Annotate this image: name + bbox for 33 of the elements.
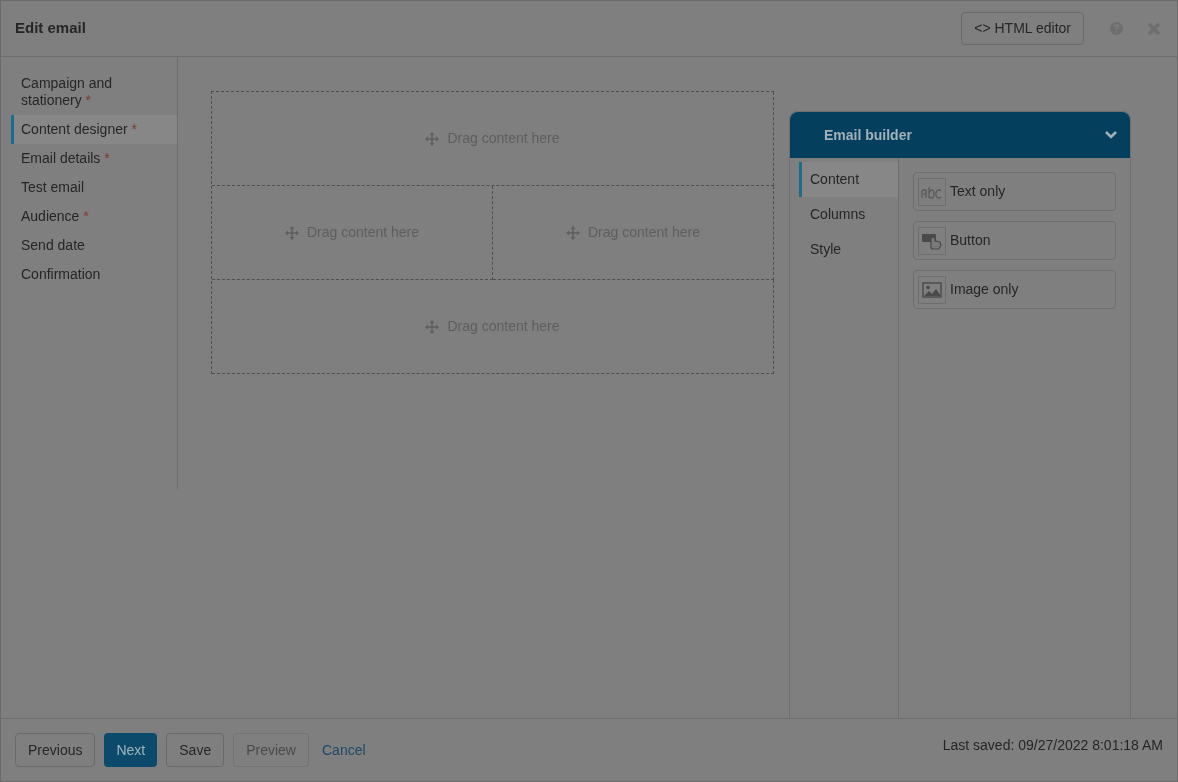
step-nav-item[interactable]: Audience * [11,202,177,231]
window-title: Edit email [15,18,86,39]
builder-tab[interactable]: Content [799,162,898,197]
block-label: Button [950,231,991,250]
footer-button[interactable]: Next [104,733,158,767]
last-saved-text: Last saved: 09/27/2022 8:01:18 AM [942,736,1163,755]
cancel-link[interactable]: Cancel [318,733,370,767]
panel-title: Email builder [824,125,912,145]
move-icon [284,225,299,240]
builder-tab[interactable]: Columns [799,197,898,232]
footer-button[interactable]: Save [166,733,225,767]
content-block-item[interactable]: Button [913,221,1116,260]
email-builder-header[interactable]: Email builder [790,112,1130,158]
step-nav-item[interactable]: Test email [11,173,177,202]
block-label: Image only [950,280,1019,299]
abc-icon [921,184,943,199]
chevron-icon[interactable] [1104,130,1118,140]
builder-tab[interactable]: Style [799,232,898,267]
move-icon [425,319,440,334]
step-nav-item[interactable]: Content designer * [11,115,177,144]
step-nav-item[interactable]: Email details * [11,144,177,173]
picture-icon [922,281,942,298]
content-block-item[interactable]: Image only [913,270,1116,309]
content-block-item[interactable]: Text only [913,172,1116,211]
step-nav-item[interactable]: Confirmation [11,260,177,289]
move-icon [425,131,440,146]
step-nav-item[interactable]: Send date [11,231,177,260]
step-nav-item[interactable]: Campaign and stationery * [11,69,177,115]
footer-button[interactable]: Previous [15,733,96,767]
move-icon [565,225,580,240]
html-editor-button[interactable]: <> HTML editor [961,12,1084,45]
hand-on-button-icon [921,231,943,250]
block-label: Text only [950,182,1006,201]
